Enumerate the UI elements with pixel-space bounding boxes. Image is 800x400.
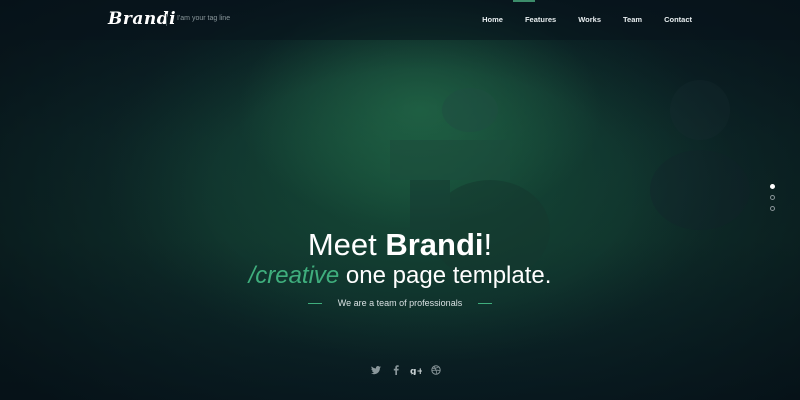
hero-vignette: [0, 0, 800, 400]
twitter-icon[interactable]: [370, 364, 382, 376]
headline-prefix: Meet: [307, 227, 386, 262]
subheadline-rest: one page template.: [339, 262, 552, 289]
nav-contact[interactable]: Contact: [664, 15, 692, 24]
main-nav: Home Features Works Team Contact: [460, 15, 692, 24]
hero-tagline-row: We are a team of professionals: [0, 298, 800, 308]
slide-dot-1[interactable]: [770, 184, 775, 189]
tagline-line-right: [478, 303, 493, 305]
site-tagline: I'am your tag line: [177, 15, 231, 22]
slide-dot-3[interactable]: [770, 206, 775, 211]
headline-suffix: !: [483, 227, 493, 262]
svg-text:g+: g+: [410, 367, 422, 375]
nav-team[interactable]: Team: [623, 15, 642, 24]
slide-dot-2[interactable]: [770, 195, 775, 200]
nav-features[interactable]: Features: [525, 15, 556, 24]
tagline-line-left: [307, 303, 322, 305]
nav-works[interactable]: Works: [578, 15, 601, 24]
hero-subheadline: /creative one page template.: [0, 260, 800, 292]
dribbble-icon[interactable]: [430, 364, 442, 376]
logo-divider: [166, 14, 167, 26]
headline-brand: Brandi: [385, 227, 484, 262]
nav-home[interactable]: Home: [482, 15, 503, 24]
slider-pagination: [770, 184, 775, 211]
google-plus-icon[interactable]: g+: [410, 364, 422, 376]
facebook-icon[interactable]: [390, 364, 402, 376]
hero-headline: Meet Brandi!: [0, 226, 800, 264]
top-navbar: Brandi I'am your tag line Home Features …: [0, 0, 800, 40]
hero-tagline: We are a team of professionals: [337, 298, 463, 308]
nav-active-indicator: [513, 0, 535, 2]
social-links: g+: [370, 364, 442, 376]
subheadline-accent: /creative: [248, 262, 340, 289]
